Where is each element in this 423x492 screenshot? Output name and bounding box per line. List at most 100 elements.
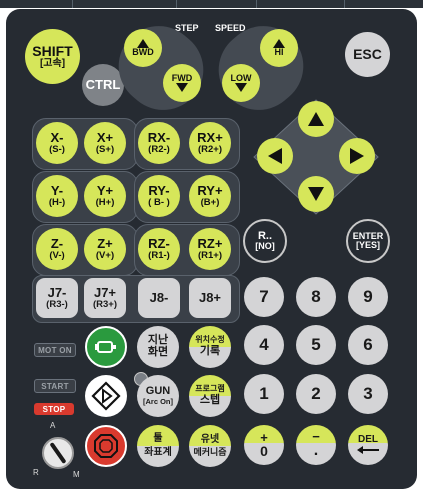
enter-yes-button[interactable]: ENTER [YES] — [346, 219, 390, 263]
start-diamond-icon — [91, 381, 121, 411]
y-minus-button[interactable]: Y- (H-) — [36, 175, 78, 217]
dpad-right-button[interactable] — [339, 138, 375, 174]
digit-6-button[interactable]: 6 — [348, 325, 388, 365]
key-main-label: Z- — [50, 236, 64, 252]
key-main-label: DEL — [358, 433, 378, 445]
key-main-label: + — [260, 429, 268, 445]
key-sub-label: . — [313, 442, 319, 460]
key-main-label: 8 — [311, 287, 321, 307]
rx-plus-button[interactable]: RX+ (R2+) — [189, 122, 231, 164]
key-main-label: J7- — [47, 285, 67, 301]
digit-2-button[interactable]: 2 — [296, 374, 336, 414]
ry-plus-button[interactable]: RY+ (B+) — [189, 175, 231, 217]
delete-button[interactable]: DEL — [348, 425, 388, 465]
prev-screen-button[interactable]: 지난 화면 — [137, 326, 179, 368]
dpad-down-button[interactable] — [298, 176, 334, 212]
right-arrow-icon — [350, 148, 364, 164]
dpad-left-button[interactable] — [257, 138, 293, 174]
z-plus-button[interactable]: Z+ (V+) — [84, 228, 126, 270]
key-sub-label: (V+) — [95, 249, 115, 261]
motor-icon — [95, 341, 116, 353]
j8-minus-button[interactable]: J8- — [138, 278, 180, 318]
digit-8-button[interactable]: 8 — [296, 277, 336, 317]
key-main-label: 1 — [259, 384, 269, 404]
digit-9-button[interactable]: 9 — [348, 277, 388, 317]
mode-r-label: R — [33, 468, 39, 477]
key-main-label: X- — [50, 130, 64, 146]
mode-selector-knob[interactable] — [42, 437, 74, 469]
esc-button[interactable]: ESC — [345, 32, 390, 77]
low-button[interactable]: LOW — [222, 64, 260, 102]
motor-on-button[interactable] — [85, 326, 127, 368]
key-main-label: Y- — [50, 183, 64, 199]
key-main-label: 위치수정 — [195, 335, 225, 345]
key-sub-label: (H-) — [48, 196, 66, 208]
stop-button[interactable] — [85, 425, 127, 467]
digit-3-button[interactable]: 3 — [348, 374, 388, 414]
left-arrow-icon — [268, 148, 282, 164]
z-minus-button[interactable]: Z- (V-) — [36, 228, 78, 270]
fwd-button[interactable]: FWD — [163, 64, 201, 102]
key-main-label: 6 — [363, 335, 373, 355]
key-main-label: RX+ — [197, 130, 223, 146]
plus-zero-button[interactable]: +0 — [244, 425, 284, 465]
top-bar — [0, 0, 423, 8]
key-sub-label: (R2-) — [148, 143, 170, 155]
gun-arc-on-button[interactable]: GUN [Arc On] — [137, 375, 179, 417]
key-sub-label: 기록 — [199, 345, 221, 358]
ry-minus-button[interactable]: RY-( B- ) — [138, 175, 180, 217]
key-sub-label: (R3+) — [92, 298, 118, 310]
hi-label: HI — [274, 46, 284, 57]
esc-label: ESC — [353, 46, 382, 63]
j8-plus-button[interactable]: J8+ — [189, 278, 231, 318]
key-main-label: J8- — [149, 290, 169, 306]
key-sub-label: (R1-) — [148, 249, 170, 261]
x-minus-button[interactable]: X- (S-) — [36, 122, 78, 164]
key-main-label: 툴 — [153, 433, 163, 444]
j7-plus-button[interactable]: J7+ (R3+) — [84, 278, 126, 318]
rz-plus-button[interactable]: RZ+ (R1+) — [189, 228, 231, 270]
rx-minus-button[interactable]: RX- (R2-) — [138, 122, 180, 164]
key-sub-label: 0 — [260, 443, 268, 460]
key-main-label: RX- — [147, 130, 171, 146]
key-sub-label: ( B- ) — [148, 196, 170, 208]
mode-a-label: A — [50, 421, 56, 430]
tool-coordinate-button[interactable]: 툴 좌표계 — [137, 425, 179, 467]
down-arrow-icon — [235, 83, 247, 93]
x-plus-button[interactable]: X+ (S+) — [84, 122, 126, 164]
down-arrow-icon — [176, 83, 188, 93]
key-main-label: 유넷 — [200, 433, 220, 445]
r-no-button[interactable]: R.. [NO] — [243, 219, 287, 263]
shift-sublabel: [고속] — [39, 57, 66, 69]
digit-5-button[interactable]: 5 — [296, 325, 336, 365]
start-lamp: START — [34, 379, 76, 393]
low-label: LOW — [230, 72, 252, 83]
key-main-label: 5 — [311, 335, 321, 355]
j7-minus-button[interactable]: J7- (R3-) — [36, 278, 78, 318]
start-button[interactable] — [85, 375, 127, 417]
key-main-label: 3 — [363, 384, 373, 404]
stop-octagon-icon — [94, 434, 118, 458]
utility-mechanism-button[interactable]: 유넷메커니즘 — [189, 425, 231, 467]
bwd-button[interactable]: BWD — [124, 29, 162, 67]
minus-dot-button[interactable]: −. — [296, 425, 336, 465]
shift-button[interactable]: SHIFT [고속] — [25, 29, 80, 84]
key-main-label: 2 — [311, 384, 321, 404]
ctrl-label: CTRL — [85, 77, 121, 93]
digit-1-button[interactable]: 1 — [244, 374, 284, 414]
dpad-up-button[interactable] — [298, 101, 334, 137]
position-edit-button[interactable]: 위치수정 기록 — [189, 326, 231, 368]
key-main-label: 4 — [259, 335, 269, 355]
key-sub-label: [NO] — [255, 241, 275, 252]
key-sub-label: 메커니즘 — [193, 447, 227, 458]
fwd-label: FWD — [171, 72, 193, 83]
y-plus-button[interactable]: Y+ (H+) — [84, 175, 126, 217]
digit-7-button[interactable]: 7 — [244, 277, 284, 317]
key-main-label: 7 — [259, 287, 269, 307]
key-sub-label: (V-) — [49, 249, 65, 261]
digit-4-button[interactable]: 4 — [244, 325, 284, 365]
program-step-button[interactable]: 프로그램 스텝 — [189, 375, 231, 417]
rz-minus-button[interactable]: RZ- (R1-) — [138, 228, 180, 270]
key-main-label: 9 — [363, 287, 373, 307]
hi-button[interactable]: HI — [260, 29, 298, 67]
